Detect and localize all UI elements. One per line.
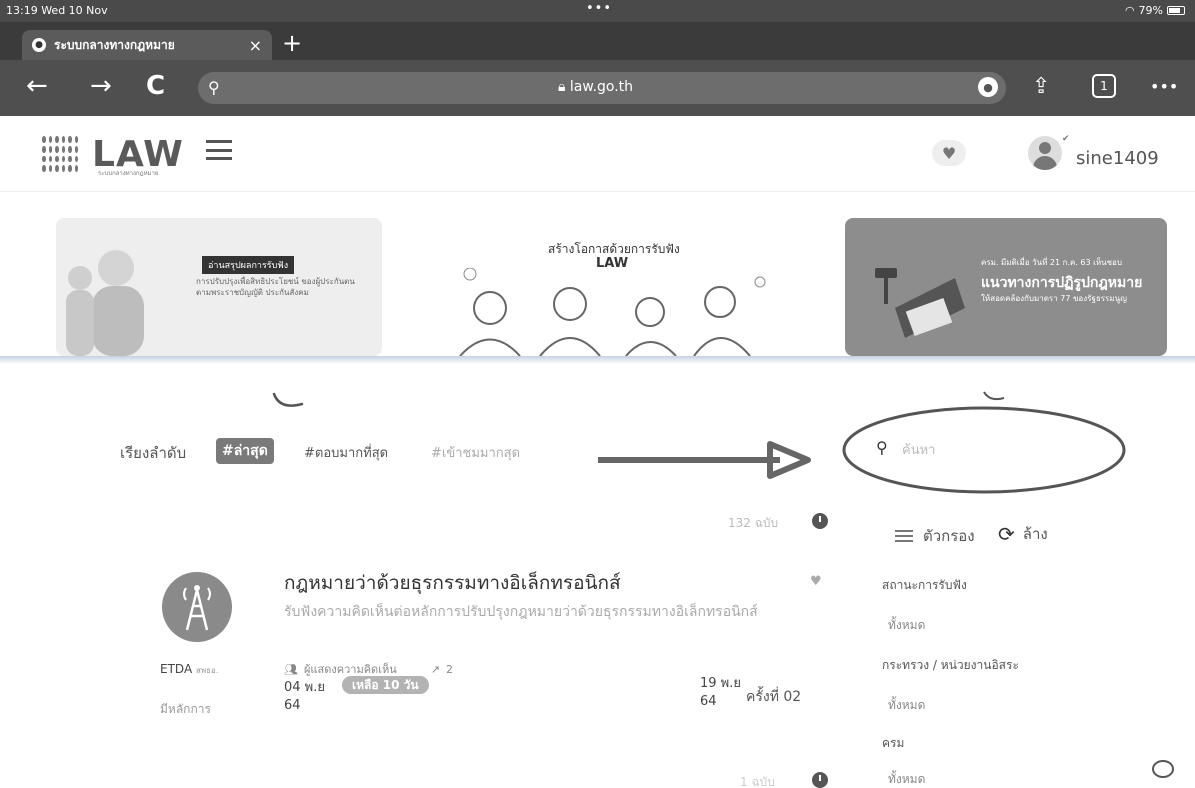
- banner-3-small: ครม. มีมติเมื่อ วันที่ 21 ก.ค. 63 เห็นชอ…: [981, 258, 1122, 267]
- search-box[interactable]: ⚲: [876, 436, 1096, 468]
- battery-percent: 79%: [1138, 4, 1163, 17]
- back-button[interactable]: ←: [26, 72, 48, 100]
- status-right: ◠ 79%: [1125, 4, 1185, 17]
- comment-icon: ↗: [430, 662, 440, 676]
- sort-most-answered-chip[interactable]: #ตอบมากที่สุด: [304, 442, 388, 463]
- status-time: 13:19 Wed 10 Nov: [6, 4, 108, 17]
- gavel-laptop-illustration: [875, 268, 965, 338]
- annotation-arrow: [598, 441, 811, 479]
- listing-org: ETDA สพธอ.: [160, 662, 219, 676]
- filter-button[interactable]: ตัวกรอง: [895, 524, 975, 548]
- filter-cabinet-select[interactable]: ทั้งหมด: [888, 770, 925, 788]
- tab-title: ระบบกลางทางกฎหมาย: [54, 37, 175, 52]
- forward-button[interactable]: →: [90, 72, 112, 100]
- username[interactable]: sine1409: [1076, 148, 1159, 169]
- site-header: LAW ระบบกลางทางกฎหมาย ♥ ✔ sine1409: [0, 116, 1195, 192]
- listing-round: ครั้งที่ 02: [746, 689, 802, 705]
- banner-listening-summary[interactable]: อ่านสรุปผลการรับฟัง การปรับปรุงเพื่อสิทธ…: [56, 218, 382, 356]
- browser-toolbar: ← → C ⚲ 🔒︎ law.go.th ● ⇪ 1 •••: [0, 60, 1195, 116]
- battery-icon: [1167, 6, 1185, 15]
- listing-end-year: 64: [700, 694, 717, 709]
- logo-dots-icon: [36, 130, 84, 178]
- browser-tab-strip: ● ระบบกลางทางกฎหมาย × +: [0, 22, 1195, 60]
- microphone-icon[interactable]: ●: [978, 77, 998, 97]
- listing-end-date: 19 พ.ย: [700, 676, 741, 691]
- sort-label: เรียงลำดับ: [120, 444, 187, 462]
- search-icon: ⚲: [876, 438, 888, 457]
- banner-create-opportunity[interactable]: สร้างโอกาสด้วยการรับฟัง LAW: [450, 218, 776, 356]
- filter-status-heading: สถานะการรับฟัง: [882, 578, 967, 592]
- listing-heart-icon[interactable]: ♥: [810, 574, 822, 589]
- results-count-bottom: 1 ฉบับ: [740, 775, 775, 788]
- elderly-people-illustration: [66, 250, 144, 356]
- sort-most-viewed-chip[interactable]: #เข้าชมมากสุด: [431, 442, 520, 463]
- annotation-tick-mark: [272, 392, 304, 407]
- search-input[interactable]: [902, 438, 1072, 462]
- more-button[interactable]: •••: [1150, 74, 1178, 100]
- listing-start-year: 64: [284, 698, 301, 713]
- favicon-icon: ●: [32, 38, 46, 52]
- avatar[interactable]: [1028, 136, 1062, 170]
- banner-3-subtitle: ให้สอดคล้องกับมาตรา 77 ของรัฐธรรมนูญ: [981, 294, 1127, 303]
- reload-button[interactable]: C: [146, 72, 165, 100]
- filter-label: ตัวกรอง: [923, 527, 975, 545]
- sort-latest-chip[interactable]: #ล่าสุด: [216, 438, 274, 464]
- search-icon: ⚲: [208, 78, 220, 97]
- banner-carousel: อ่านสรุปผลการรับฟัง การปรับปรุงเพื่อสิทธ…: [0, 192, 1195, 360]
- favorites-heart-icon[interactable]: ♥: [932, 140, 966, 166]
- clock-icon-bottom[interactable]: [812, 772, 828, 788]
- new-tab-button[interactable]: +: [282, 30, 302, 56]
- results-count: 132 ฉบับ: [728, 516, 779, 530]
- filter-ministry-select[interactable]: ทั้งหมด: [888, 696, 925, 715]
- banner-law-reform[interactable]: ครม. มีมติเมื่อ วันที่ 21 ก.ค. 63 เห็นชอ…: [845, 218, 1167, 356]
- refresh-icon: ⟳: [998, 522, 1015, 546]
- filter-ministry-heading: กระทรวง / หน่วยงานอิสระ: [882, 658, 1019, 672]
- etda-tower-icon: [162, 572, 232, 642]
- clear-filter-button[interactable]: ⟳ ล้าง: [998, 522, 1048, 546]
- lock-icon: 🔒︎: [558, 79, 566, 95]
- url-text: 🔒︎ law.go.th: [558, 79, 634, 95]
- banner-divider: [0, 356, 1195, 364]
- verified-badge-icon: ✔: [1062, 134, 1070, 144]
- logo-subtitle: ระบบกลางทางกฎหมาย: [98, 170, 159, 177]
- listing-status: มีหลักการ: [160, 702, 211, 716]
- listing-title[interactable]: กฎหมายว่าด้วยธุรกรรมทางอิเล็กทรอนิกส์: [284, 568, 621, 598]
- listing-description: รับฟังความคิดเห็นต่อหลักการปรับปรุงกฎหมา…: [284, 604, 758, 620]
- menu-icon[interactable]: [206, 140, 232, 160]
- days-remaining-badge: เหลือ 10 วัน: [342, 676, 429, 694]
- banner-1-text: การปรับปรุงเพื่อสิทธิประโยชน์ ของผู้ประก…: [196, 277, 355, 297]
- filter-status-select[interactable]: ทั้งหมด: [888, 616, 925, 635]
- listing-start-date: 04 พ.ย: [284, 680, 325, 695]
- listing-replies: 2: [445, 662, 453, 676]
- ios-status-bar: 13:19 Wed 10 Nov ••• ◠ 79%: [0, 0, 1195, 22]
- browser-tab[interactable]: ● ระบบกลางทางกฎหมาย ×: [22, 30, 272, 60]
- chat-bubble-icon[interactable]: [1152, 760, 1174, 778]
- banner-3-heading: แนวทางการปฏิรูปกฎหมาย: [981, 275, 1143, 291]
- filter-cabinet-heading: ครม: [882, 736, 905, 750]
- address-bar[interactable]: ⚲ 🔒︎ law.go.th ●: [198, 72, 1006, 104]
- multitask-dots[interactable]: •••: [586, 1, 612, 16]
- close-tab-icon[interactable]: ×: [249, 36, 262, 55]
- filter-icon: [895, 530, 913, 542]
- wifi-icon: ◠: [1124, 4, 1135, 17]
- tabs-count-button[interactable]: 1: [1092, 74, 1116, 98]
- crowd-illustration: [459, 268, 766, 356]
- banner-1-label: อ่านสรุปผลการรับฟัง: [202, 256, 295, 274]
- users-icon: 👥︎: [284, 662, 298, 676]
- clear-label: ล้าง: [1022, 525, 1048, 543]
- share-button[interactable]: ⇪: [1032, 74, 1050, 100]
- site-logo[interactable]: LAW ระบบกลางทางกฎหมาย: [36, 130, 184, 178]
- clock-icon[interactable]: [812, 513, 828, 529]
